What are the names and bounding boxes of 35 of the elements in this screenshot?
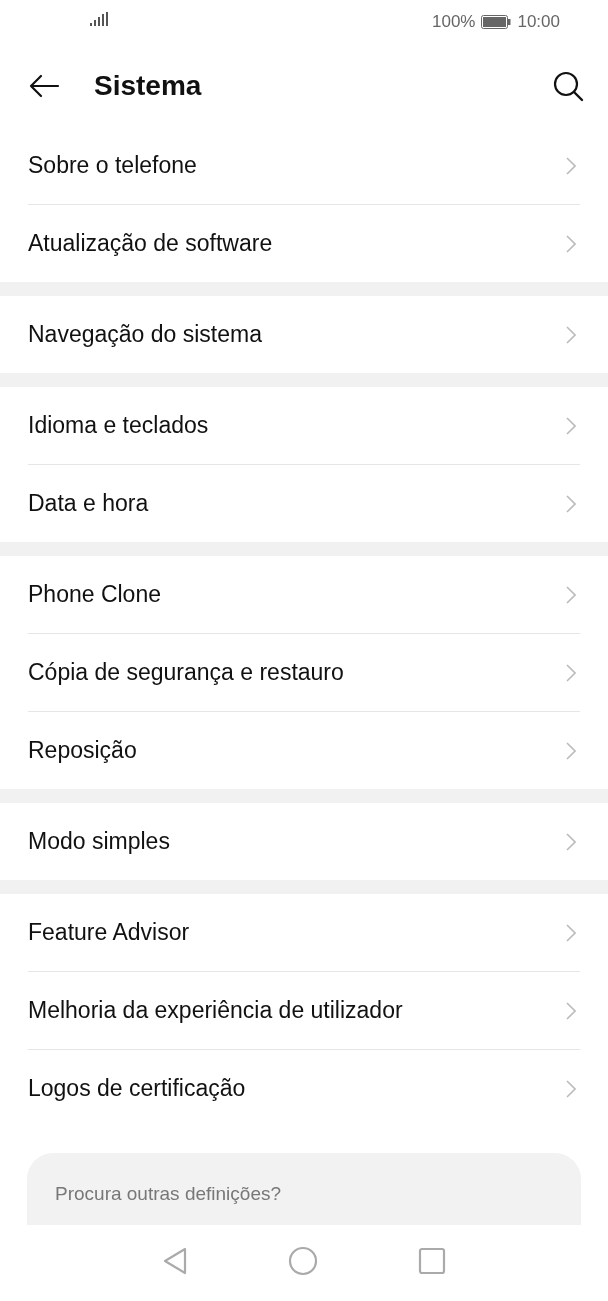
chevron-icon	[566, 831, 576, 852]
home-nav-icon[interactable]	[288, 1245, 318, 1276]
chevron-icon	[566, 155, 576, 176]
chevron-icon	[566, 415, 576, 436]
search-button[interactable]	[552, 69, 584, 102]
settings-item[interactable]: Sobre o telefone	[0, 127, 608, 205]
recents-nav-icon[interactable]	[418, 1246, 446, 1275]
page-title: Sistema	[94, 69, 203, 102]
back-button[interactable]	[28, 73, 60, 98]
back-nav-icon[interactable]	[162, 1246, 188, 1275]
suggestion-title: Procura outras definições?	[55, 1183, 281, 1204]
settings-item[interactable]: Data e hora	[0, 465, 608, 542]
settings-item[interactable]: Melhoria da experiência de utilizador	[0, 972, 608, 1050]
battery-percent: 100%	[431, 12, 476, 32]
signal-icon	[90, 12, 108, 26]
settings-item[interactable]: Logos de certificação	[0, 1050, 608, 1127]
settings-item[interactable]: Feature Advisor	[0, 894, 608, 972]
chevron-icon	[566, 662, 576, 683]
chevron-icon	[566, 584, 576, 605]
settings-item[interactable]: Navegação do sistema	[0, 296, 608, 373]
chevron-icon	[566, 324, 576, 345]
chevron-icon	[566, 1078, 576, 1099]
settings-item[interactable]: Idioma e teclados	[0, 387, 608, 465]
chevron-icon	[566, 233, 576, 254]
settings-item[interactable]: Cópia de segurança e restauro	[0, 634, 608, 712]
settings-item[interactable]: Atualização de software	[0, 205, 608, 282]
chevron-icon	[566, 1000, 576, 1021]
settings-item[interactable]: Phone Clone	[0, 556, 608, 634]
chevron-icon	[566, 922, 576, 943]
chevron-icon	[566, 493, 576, 514]
chevron-icon	[566, 740, 576, 761]
clock-time: 10:00	[517, 12, 560, 32]
settings-item[interactable]: Modo simples	[0, 803, 608, 880]
settings-item[interactable]: Reposição	[0, 712, 608, 789]
battery-icon	[481, 15, 512, 29]
